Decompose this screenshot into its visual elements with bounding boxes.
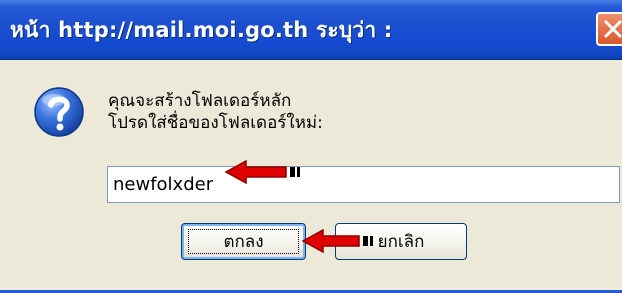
ok-button-label: ตกลง — [223, 232, 264, 252]
red-arrow-annotation-ok — [301, 228, 373, 254]
close-x-icon — [604, 20, 622, 38]
message-line-1: คุณจะสร้างโฟลเดอร์หลัก — [108, 91, 292, 111]
folder-name-input[interactable] — [107, 166, 620, 203]
title-bar: หน้า http://mail.moi.go.th ระบุว่า : — [0, 0, 622, 60]
question-icon — [34, 87, 84, 137]
prompt-dialog: หน้า http://mail.moi.go.th ระบุว่า : คุณ… — [0, 0, 622, 293]
close-button[interactable] — [596, 12, 622, 46]
message-line-2: โปรดใส่ชื่อของโฟลเดอร์ใหม่: — [108, 113, 323, 133]
ok-button[interactable]: ตกลง — [181, 223, 306, 260]
dialog-message: คุณจะสร้างโฟลเดอร์หลัก โปรดใส่ชื่อของโฟล… — [108, 90, 323, 134]
window-title: หน้า http://mail.moi.go.th ระบุว่า : — [10, 18, 393, 42]
cancel-button-label: ยกเลิก — [377, 232, 425, 252]
red-arrow-annotation — [224, 159, 300, 185]
dialog-body: คุณจะสร้างโฟลเดอร์หลัก โปรดใส่ชื่อของโฟล… — [0, 60, 622, 293]
